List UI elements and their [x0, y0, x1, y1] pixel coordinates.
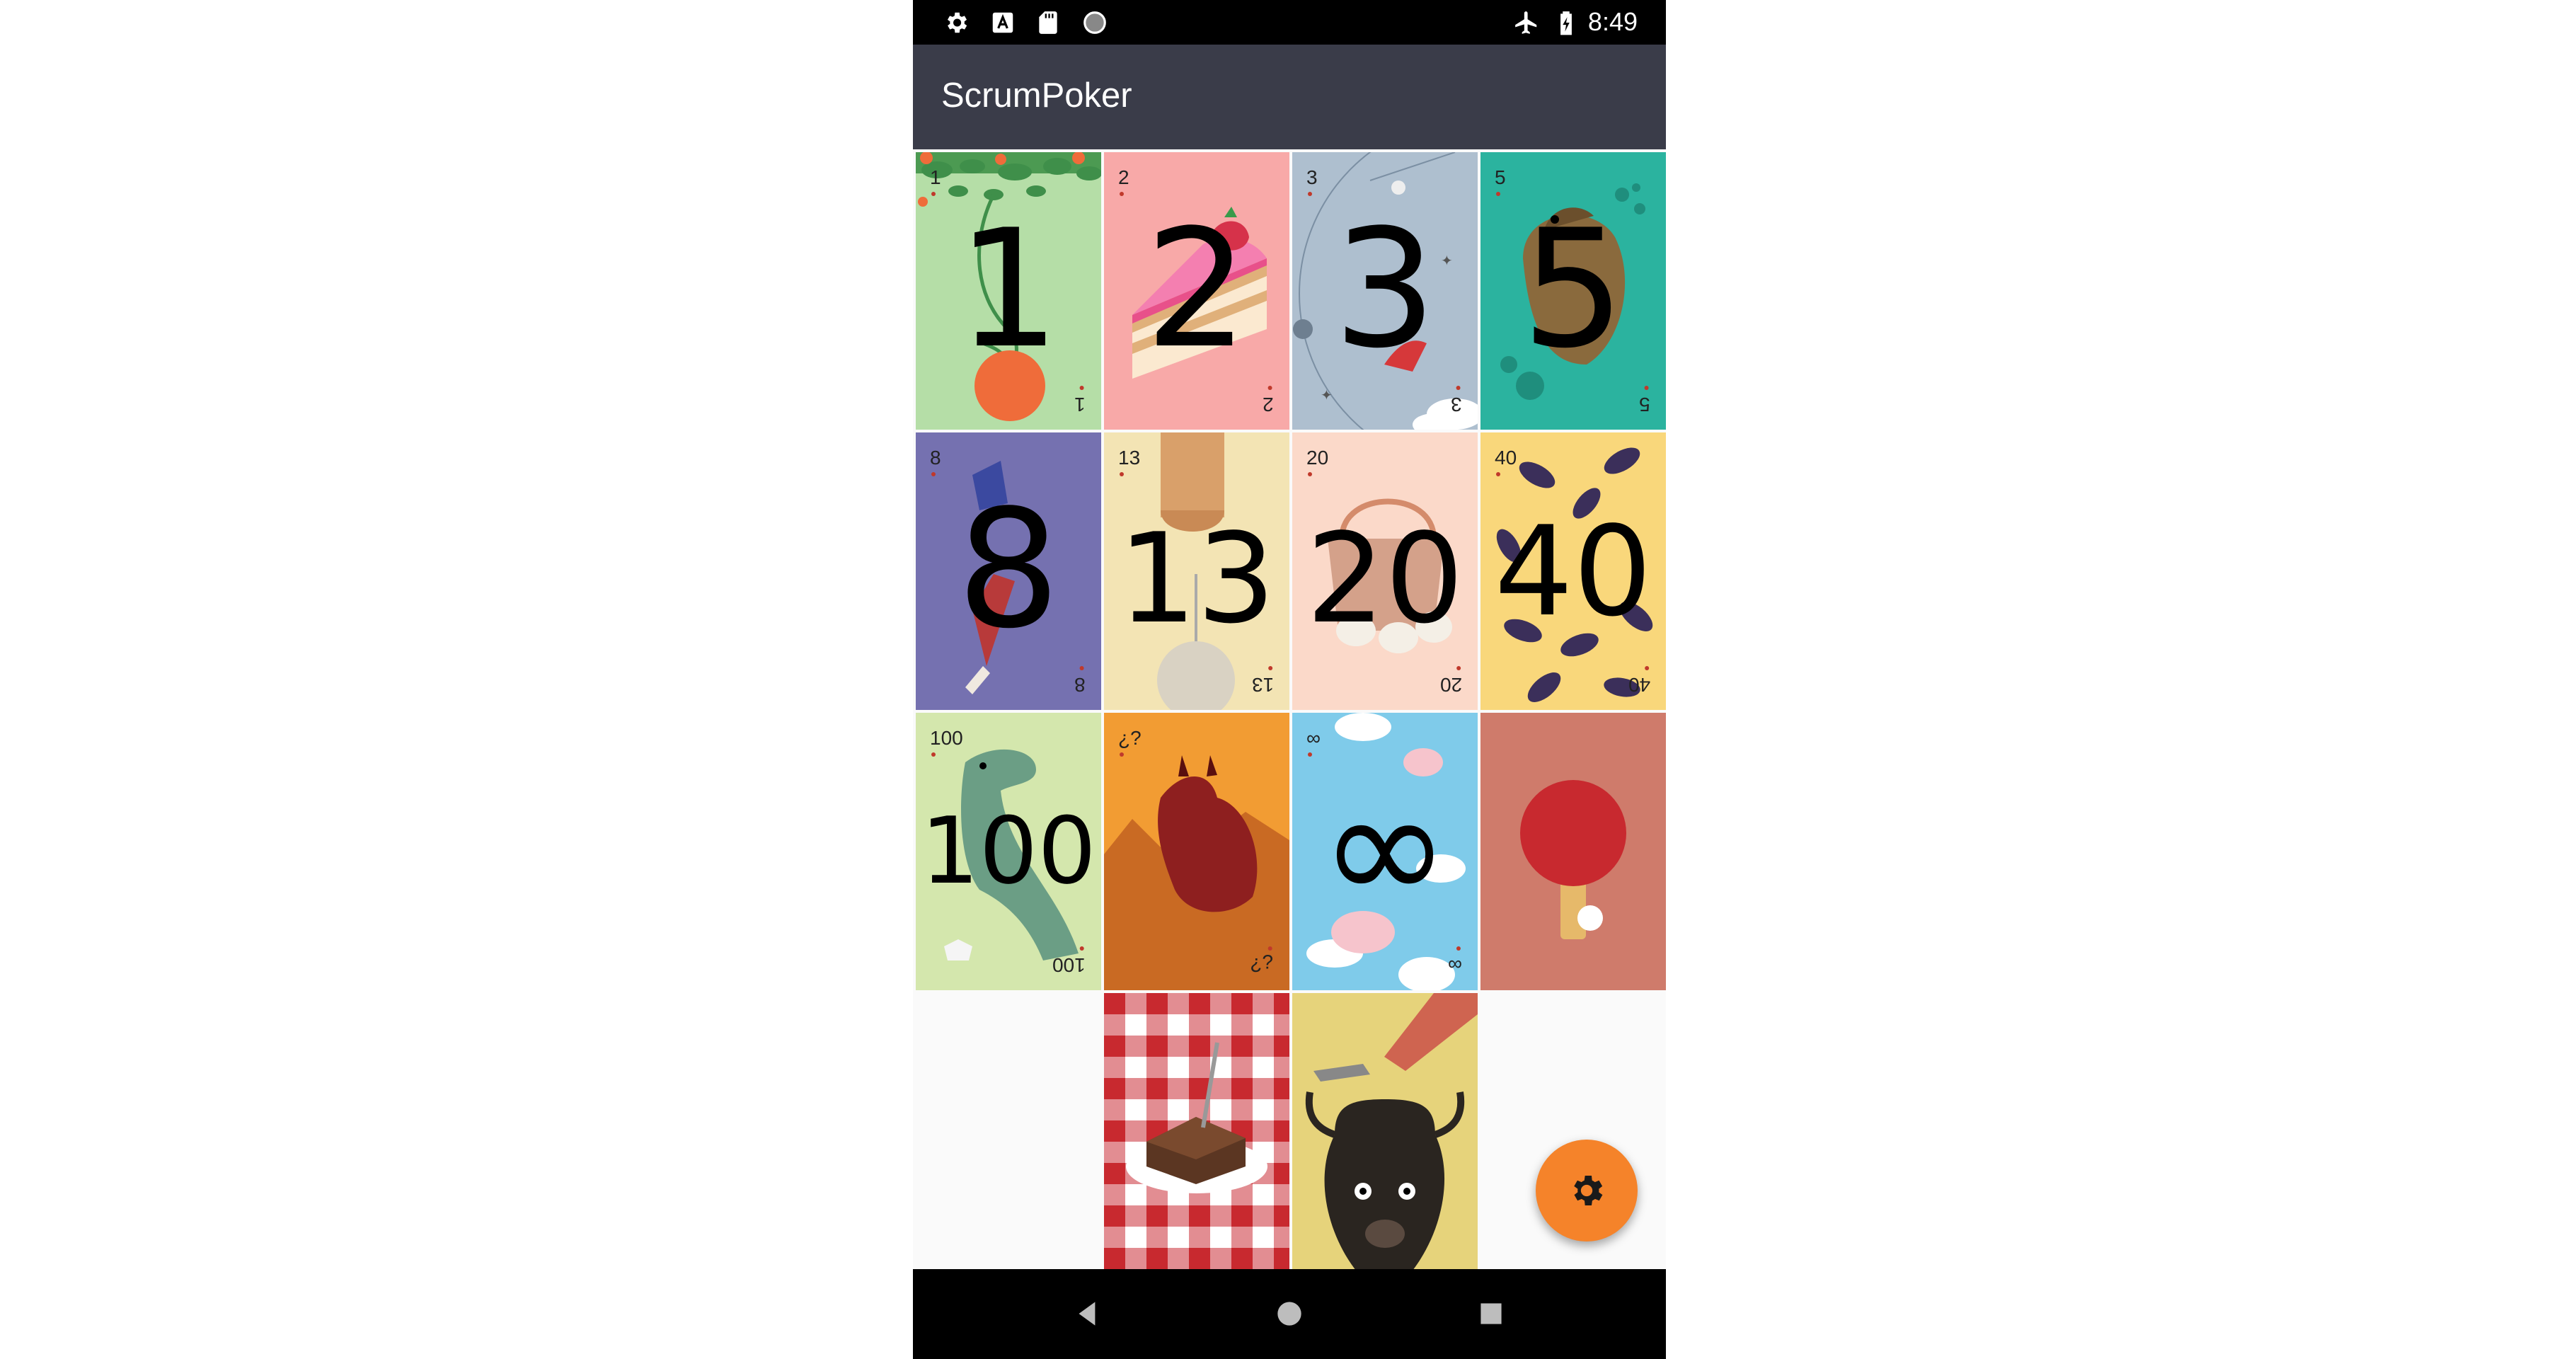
text-a-icon: [992, 12, 1013, 33]
card-corner-top: 1: [930, 166, 941, 196]
card-big-number: 1: [956, 195, 1061, 384]
status-time: 8:49: [1587, 7, 1638, 36]
card-big-number: 40: [1494, 500, 1652, 644]
card-corner-bottom: 2: [1263, 394, 1274, 415]
card-corner-bottom: ∞: [1448, 954, 1462, 976]
card-corner-top: 8: [930, 447, 941, 476]
app-bar: ScrumPoker: [913, 45, 1666, 149]
svg-text:✦: ✦: [1321, 388, 1333, 403]
card-corner-bottom: 20: [1439, 674, 1462, 696]
card-corner-top: ∞: [1306, 727, 1321, 757]
recents-icon[interactable]: [1473, 1296, 1509, 1331]
card-corner-top: 100: [930, 727, 963, 757]
card-3[interactable]: ✦ ✦ 3 3 3: [1292, 152, 1478, 430]
card-big-number: 13: [1117, 508, 1276, 651]
card-corner-top: 3: [1306, 166, 1318, 196]
card-corner-top: 13: [1118, 447, 1141, 476]
card-big-number: 20: [1306, 508, 1464, 651]
card-infinity[interactable]: ∞ ∞ ∞: [1292, 713, 1478, 990]
card-2[interactable]: 2 2 2: [1104, 152, 1289, 430]
card-40[interactable]: 40 40 40: [1480, 432, 1666, 710]
card-big-number: ∞: [1320, 757, 1450, 938]
card-big-number: 3: [1333, 195, 1437, 384]
airplane-mode-icon: [1515, 11, 1537, 34]
card-yak[interactable]: [1292, 993, 1478, 1269]
card-brownie[interactable]: [1104, 993, 1289, 1269]
settings-icon: [947, 12, 967, 33]
home-icon[interactable]: [1272, 1296, 1307, 1331]
card-grid: 1 1 1 2 2 2 ✦ ✦ 3 3 3 5 5 5 8 8 8 13 13 …: [913, 149, 1666, 1269]
card-big-number: 8: [956, 476, 1061, 665]
card-1[interactable]: 1 1 1: [916, 152, 1101, 430]
card-big-number: 2: [1144, 195, 1249, 384]
card-corner-bottom: 3: [1451, 394, 1462, 415]
card-question[interactable]: ¿? ¿?: [1104, 713, 1289, 990]
navigation-bar: [913, 1269, 1666, 1359]
sd-card-icon: [1039, 11, 1057, 34]
card-corner-top: ¿?: [1118, 727, 1142, 757]
card-corner-bottom: 100: [1052, 954, 1086, 976]
card-corner-bottom: 40: [1628, 674, 1650, 696]
app-title: ScrumPoker: [941, 76, 1132, 115]
ping-pong-icon: [1480, 713, 1666, 990]
card-big-number: 5: [1521, 195, 1626, 384]
dragon-icon: [1104, 713, 1289, 990]
settings-icon: [1574, 1176, 1603, 1205]
back-icon[interactable]: [1070, 1296, 1105, 1331]
card-100[interactable]: 100 100 100: [916, 713, 1101, 990]
battery-charging-icon: [1560, 11, 1572, 35]
card-13[interactable]: 13 13 13: [1104, 432, 1289, 710]
card-big-number: 100: [920, 797, 1097, 905]
yak-icon: [1292, 993, 1478, 1269]
card-corner-bottom: 13: [1251, 674, 1274, 696]
card-corner-bottom: 8: [1074, 674, 1086, 696]
card-5[interactable]: 5 5 5: [1480, 152, 1666, 430]
card-corner-top: 20: [1306, 447, 1329, 476]
brownie-icon: [1104, 993, 1289, 1269]
card-8[interactable]: 8 8 8: [916, 432, 1101, 710]
card-corner-top: 2: [1118, 166, 1129, 196]
card-corner-bottom: 5: [1639, 394, 1650, 415]
card-20[interactable]: 20 20 20: [1292, 432, 1478, 710]
card-corner-top: 5: [1495, 166, 1506, 196]
card-corner-bottom: ¿?: [1250, 954, 1274, 976]
status-bar: 8:49: [913, 0, 1666, 45]
phone-screen: 8:49 ScrumPoker 1 1 1 2 2 2 ✦ ✦ 3 3 3 5 …: [913, 0, 1666, 1359]
settings-fab[interactable]: [1536, 1140, 1638, 1242]
card-corner-bottom: 1: [1074, 394, 1086, 415]
card-coffee-break[interactable]: [1480, 713, 1666, 990]
record-icon: [1083, 11, 1106, 34]
card-corner-top: 40: [1495, 447, 1517, 476]
